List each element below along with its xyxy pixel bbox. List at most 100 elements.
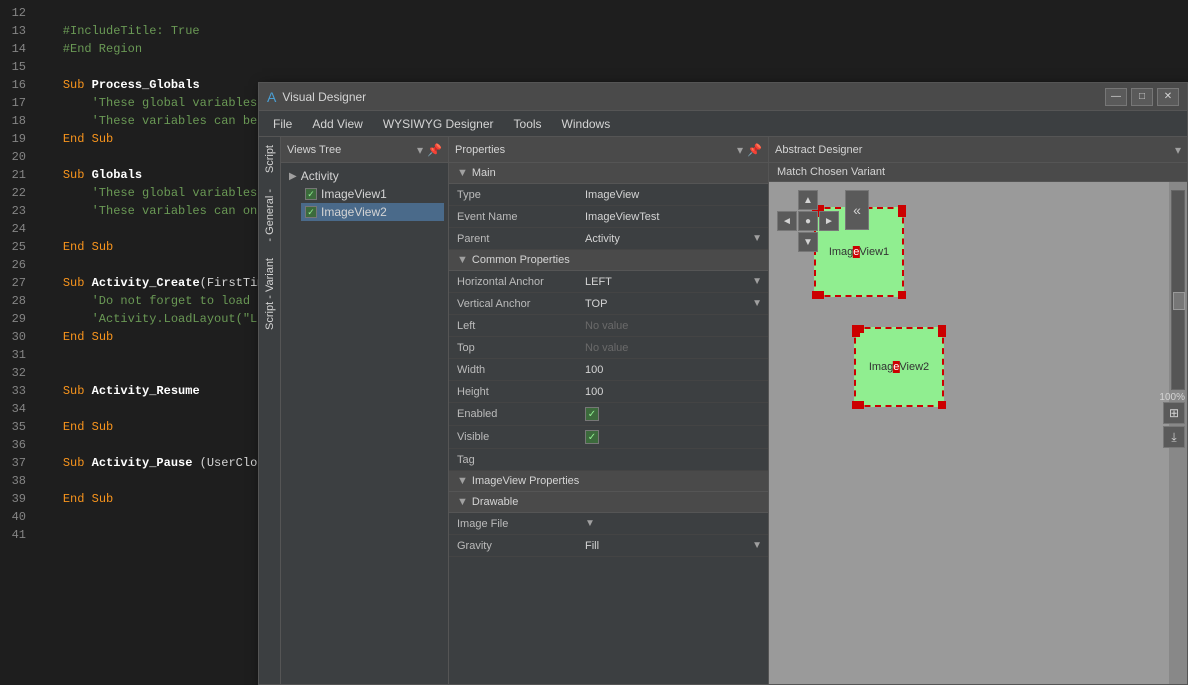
- prop-type[interactable]: Type ImageView: [449, 184, 768, 206]
- prop-event-name-value: ImageViewTest: [579, 209, 768, 225]
- handle2-ml[interactable]: [852, 329, 860, 337]
- handle-bc[interactable]: [816, 291, 824, 299]
- handle-br[interactable]: [898, 291, 906, 299]
- nav-pad: ▲ ◄ ● ► ▼: [777, 190, 839, 252]
- section-common-title: Common Properties: [472, 254, 570, 266]
- prop-vertical-anchor[interactable]: Vertical Anchor TOP ▼: [449, 293, 768, 315]
- properties-title: Properties: [455, 144, 505, 156]
- nav-down-button[interactable]: ▼: [798, 232, 818, 252]
- prop-height[interactable]: Height 100: [449, 381, 768, 403]
- imageview2-checkbox[interactable]: ✓: [305, 206, 317, 218]
- views-tree-panel: Views Tree ▾ 📌 ▶ Activity ✓ ImageView: [281, 137, 449, 684]
- tree-item-imageview2[interactable]: ✓ ImageView2: [301, 203, 444, 221]
- views-tree-arrow-icon[interactable]: ▾: [417, 143, 423, 157]
- tree-content: ▶ Activity ✓ ImageView1 ✓ ImageView: [281, 163, 448, 684]
- section-imageview[interactable]: ▼ ImageView Properties: [449, 471, 768, 492]
- properties-pin-icon[interactable]: 📌: [747, 143, 762, 157]
- prop-left[interactable]: Left No value: [449, 315, 768, 337]
- sidebar-tabs: Script - General - Script - Variant: [259, 137, 281, 684]
- section-main[interactable]: ▼ Main: [449, 163, 768, 184]
- section-common-arrow: ▼: [457, 254, 468, 266]
- zoom-track[interactable]: [1171, 190, 1185, 390]
- prop-width[interactable]: Width 100: [449, 359, 768, 381]
- tab-general[interactable]: - General -: [260, 181, 280, 250]
- prop-top[interactable]: Top No value: [449, 337, 768, 359]
- close-button[interactable]: ✕: [1157, 88, 1179, 106]
- tab-variant[interactable]: Script - Variant: [260, 250, 280, 338]
- nav-controls: ▲ ◄ ● ► ▼ «: [777, 190, 869, 252]
- prop-tag[interactable]: Tag: [449, 449, 768, 471]
- prop-left-value: No value: [579, 318, 768, 334]
- nav-right-button[interactable]: ►: [819, 211, 839, 231]
- enabled-check-mark: ✓: [588, 409, 596, 420]
- visual-designer-window: A Visual Designer — □ ✕ File Add View WY…: [258, 82, 1188, 685]
- prop-parent[interactable]: Parent Activity ▼: [449, 228, 768, 250]
- prop-type-label: Type: [449, 187, 579, 203]
- nav-empty-tl: [777, 190, 797, 210]
- prop-horizontal-anchor[interactable]: Horizontal Anchor LEFT ▼: [449, 271, 768, 293]
- handle-mr[interactable]: [898, 209, 906, 217]
- properties-arrow-icon[interactable]: ▾: [737, 143, 743, 157]
- minimize-button[interactable]: —: [1105, 88, 1127, 106]
- code-line: 14 #End Region: [0, 40, 1188, 58]
- prop-event-name[interactable]: Event Name ImageViewTest: [449, 206, 768, 228]
- abstract-expand-icon[interactable]: ▾: [1175, 143, 1181, 157]
- handle2-bc[interactable]: [856, 401, 864, 409]
- back-nav-button[interactable]: «: [845, 190, 869, 230]
- prop-h-anchor-value: LEFT ▼: [579, 274, 768, 290]
- tree-item-activity[interactable]: ▶ Activity: [285, 167, 444, 185]
- titlebar: A Visual Designer — □ ✕: [259, 83, 1187, 111]
- zoom-thumb[interactable]: [1173, 292, 1185, 310]
- menu-tools[interactable]: Tools: [504, 114, 552, 134]
- prop-enabled[interactable]: Enabled ✓: [449, 403, 768, 426]
- prop-visible[interactable]: Visible ✓: [449, 426, 768, 449]
- menu-wysiwyg[interactable]: WYSIWYG Designer: [373, 114, 504, 134]
- prop-image-file-label: Image File: [449, 516, 579, 532]
- download-button[interactable]: ⤓: [1163, 426, 1185, 448]
- properties-panel: Properties ▾ 📌 ▼ Main Type ImageView Eve…: [449, 137, 769, 684]
- designer-canvas[interactable]: ImageView1 ImageView2: [769, 182, 1169, 684]
- section-main-arrow: ▼: [457, 167, 468, 179]
- app-icon: A: [267, 89, 276, 105]
- section-main-title: Main: [472, 167, 496, 179]
- visible-checkbox[interactable]: ✓: [585, 430, 599, 444]
- prop-visible-label: Visible: [449, 429, 579, 445]
- window-title: Visual Designer: [282, 90, 1105, 104]
- handle2-br[interactable]: [938, 401, 946, 409]
- tree-activity-label: Activity: [301, 169, 339, 183]
- section-drawable[interactable]: ▼ Drawable: [449, 492, 768, 513]
- prop-tag-value: [579, 458, 768, 462]
- nav-empty-bl: [777, 232, 797, 252]
- menu-file[interactable]: File: [263, 114, 302, 134]
- menu-windows[interactable]: Windows: [552, 114, 621, 134]
- add-view-button[interactable]: ⊞: [1163, 402, 1185, 424]
- nav-left-button[interactable]: ◄: [777, 211, 797, 231]
- enabled-checkbox[interactable]: ✓: [585, 407, 599, 421]
- abstract-canvas[interactable]: ImageView1 ImageView2: [769, 182, 1187, 684]
- handle2-mr[interactable]: [938, 329, 946, 337]
- imageview1-checkbox[interactable]: ✓: [305, 188, 317, 200]
- prop-image-file-value: ▼: [579, 516, 768, 531]
- nav-up-button[interactable]: ▲: [798, 190, 818, 210]
- prop-enabled-label: Enabled: [449, 406, 579, 422]
- tab-script[interactable]: Script: [260, 137, 280, 181]
- prop-parent-label: Parent: [449, 231, 579, 247]
- views-tree-header: Views Tree ▾ 📌: [281, 137, 448, 163]
- design-imageview2-text: ImageView2: [869, 361, 929, 373]
- design-imageview2[interactable]: ImageView2: [854, 327, 944, 407]
- image-file-dropdown-icon: ▼: [585, 518, 595, 529]
- views-tree-pin-icon[interactable]: 📌: [427, 143, 442, 157]
- section-common[interactable]: ▼ Common Properties: [449, 250, 768, 271]
- tree-item-imageview1[interactable]: ✓ ImageView1: [301, 185, 444, 203]
- views-tree-title: Views Tree: [287, 144, 341, 156]
- nav-empty-br: [819, 232, 839, 252]
- section-drawable-title: Drawable: [472, 496, 518, 508]
- prop-image-file[interactable]: Image File ▼: [449, 513, 768, 535]
- nav-center-button[interactable]: ●: [798, 211, 818, 231]
- properties-header: Properties ▾ 📌: [449, 137, 768, 163]
- zoom-slider-container: [1169, 190, 1187, 390]
- maximize-button[interactable]: □: [1131, 88, 1153, 106]
- menu-add-view[interactable]: Add View: [302, 114, 372, 134]
- prop-gravity[interactable]: Gravity Fill ▼: [449, 535, 768, 557]
- tree-expand-arrow: ▶: [289, 171, 297, 182]
